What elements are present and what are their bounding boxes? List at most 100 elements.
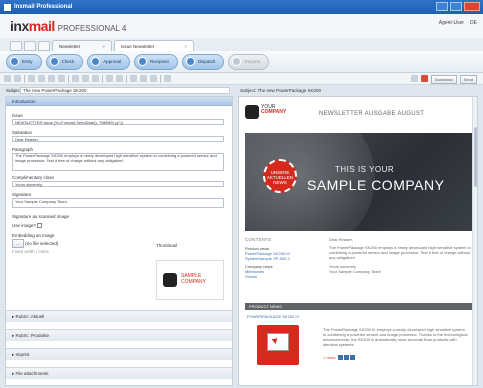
editor-toolbar: Download Send	[0, 73, 483, 85]
signature-field: Signature Your Sample Company Team	[12, 192, 224, 208]
workflow-check[interactable]: Check	[45, 53, 84, 70]
facebook-icon[interactable]	[337, 355, 343, 361]
folder-tab-icon[interactable]	[38, 41, 50, 51]
news-badge: UNSERE AKTUELLEN NEWS	[263, 159, 297, 193]
use-image-checkbox[interactable]	[37, 223, 43, 229]
editor-panel: Introduction Issue NEWSLETTER Issue [%=F…	[5, 96, 233, 386]
copy-icon[interactable]	[28, 75, 35, 82]
user-name[interactable]: Agent-User	[439, 20, 464, 26]
embed-field: Embedding an image … (no file selected) …	[12, 233, 59, 254]
dispatch-icon	[185, 57, 195, 66]
approval-icon	[91, 57, 101, 66]
share-icon[interactable]	[349, 355, 355, 361]
preview-salutation: Dear Reader,	[329, 237, 353, 242]
pdf-icon[interactable]	[420, 75, 428, 82]
hero-line1: THIS IS YOUR	[335, 165, 395, 174]
tab-newsletter[interactable]: Newsletter ×	[52, 40, 112, 51]
reports-icon	[232, 57, 242, 66]
complimentary-field: Complimentary close Yours sincerely,	[12, 175, 224, 187]
hero-line2: SAMPLE COMPANY	[307, 177, 445, 193]
contents-link[interactable]: SystemSample SP-500 2	[245, 256, 315, 261]
section-imprint[interactable]: ▸ Imprint	[6, 348, 232, 360]
window-titlebar: Inxmail Professional	[0, 0, 483, 14]
twitter-icon[interactable]	[343, 355, 349, 361]
product-title: POWERPACKAGE SK200 III	[247, 314, 299, 319]
recipient-icon	[138, 57, 148, 66]
italic-icon[interactable]	[140, 75, 147, 82]
salutation-field: Salutation Dear Reader,	[12, 130, 224, 142]
spellcheck-icon[interactable]	[164, 75, 171, 82]
window-controls	[436, 2, 480, 11]
anchor-icon[interactable]	[116, 75, 123, 82]
subject-row: Subject: The new PowerPackage SK200 Subj…	[0, 86, 483, 95]
table-icon[interactable]	[72, 75, 79, 82]
issue-field: Issue NEWSLETTER Issue [%=Format( SendDa…	[12, 113, 224, 125]
close-tab-icon[interactable]: ×	[184, 44, 187, 49]
section-rubric-produkte[interactable]: ▸ Rubric: Produkte	[6, 329, 232, 341]
contents-heading: CONTENTS	[245, 237, 272, 242]
browse-button[interactable]: …	[12, 239, 24, 248]
check-icon	[49, 57, 59, 66]
tab-issue-newsletter[interactable]: Issue Newsletter ×	[114, 40, 194, 51]
company-name: YOUR COMPANY	[261, 104, 287, 115]
logo-icon	[163, 273, 177, 287]
language-selector[interactable]: DE	[470, 20, 477, 26]
user-area[interactable]: Agent-User DE	[439, 20, 477, 26]
window-title: Inxmail Professional	[14, 4, 73, 10]
bold-icon[interactable]	[130, 75, 137, 82]
close-tab-icon[interactable]: ×	[102, 44, 105, 49]
list-tab-icon[interactable]	[24, 41, 36, 51]
issue-input[interactable]: NEWSLETTER Issue [%=Format( SendDate(), …	[12, 119, 224, 125]
company-logo-icon	[245, 105, 259, 119]
send-button[interactable]: Send	[459, 75, 477, 84]
save-icon[interactable]	[4, 75, 11, 82]
thumbnail-image: SAMPLE COMPANY	[156, 260, 224, 300]
image-icon[interactable]	[82, 75, 89, 82]
app-logo: inxmail PROFESSIONAL 4	[10, 18, 127, 34]
workflow-recipient[interactable]: Recipient	[134, 53, 178, 70]
preview-subject: Subject: The new PowerPackage SK200	[240, 88, 321, 93]
workflow-dispatch[interactable]: Dispatch	[181, 53, 225, 70]
product-text: The PowerPackage SK200 III employs a new…	[323, 327, 468, 347]
use-image-row: Use image?	[12, 223, 43, 229]
newsletter-title: NEWSLETTER AUSGABE AUGUST	[319, 111, 425, 117]
workflow-reports: Reports	[228, 53, 270, 70]
close-button[interactable]	[464, 2, 480, 11]
home-tab-icon[interactable]	[10, 41, 22, 51]
paragraph-input[interactable]: The PowerPackage SK200 employs a newly d…	[12, 153, 224, 171]
entry-icon	[10, 57, 19, 66]
underline-icon[interactable]	[150, 75, 157, 82]
thumbnail-label: Thumbnail	[156, 243, 178, 248]
salutation-input[interactable]: Dear Reader,	[12, 136, 224, 142]
app-header: inxmailPROFESSIONAL 4 Agent-User DE ◀ ▶ …	[0, 14, 483, 46]
product-image	[257, 325, 299, 365]
workflow-approval[interactable]: Approval	[87, 53, 131, 70]
undo-icon[interactable]	[58, 75, 65, 82]
product-news-bar: PRODUCT NEWS	[245, 303, 473, 310]
maximize-button[interactable]	[450, 2, 462, 11]
complimentary-input[interactable]: Yours sincerely,	[12, 181, 224, 187]
preview-scrollbar[interactable]	[472, 97, 477, 385]
section-file-attachments[interactable]: ▸ File attachments	[6, 367, 232, 379]
section-introduction[interactable]: Introduction	[6, 97, 232, 106]
more-link[interactable]: > more	[323, 355, 355, 361]
paste-icon[interactable]	[38, 75, 45, 82]
subject-input[interactable]: The new PowerPackage SK200	[20, 87, 230, 94]
download-button[interactable]: Download	[430, 75, 457, 84]
section-rubric-aktuell[interactable]: ▸ Rubric: Aktuell	[6, 310, 232, 322]
settings-icon[interactable]	[410, 75, 418, 82]
tab-bar: Newsletter × Issue Newsletter ×	[0, 38, 483, 51]
workflow-entry[interactable]: Entry	[6, 53, 42, 70]
newsletter-header: YOUR COMPANY NEWSLETTER AUSGABE AUGUST	[239, 97, 477, 131]
delete-icon[interactable]	[48, 75, 55, 82]
contents-link[interactable]: Shows	[245, 274, 315, 279]
signature-input[interactable]: Your Sample Company Team	[12, 198, 224, 208]
minimize-button[interactable]	[436, 2, 448, 11]
toolbar-right: Download Send	[410, 75, 477, 84]
paragraph-field: Paragraph The PowerPackage SK200 employs…	[12, 147, 224, 171]
preview-body: The PowerPackage SK200 employs a newly d…	[329, 245, 471, 260]
link-icon[interactable]	[106, 75, 113, 82]
chart-icon[interactable]	[92, 75, 99, 82]
list-icon[interactable]	[14, 75, 21, 82]
workflow-bar: Entry Check Approval Recipient Dispatch …	[0, 51, 483, 73]
